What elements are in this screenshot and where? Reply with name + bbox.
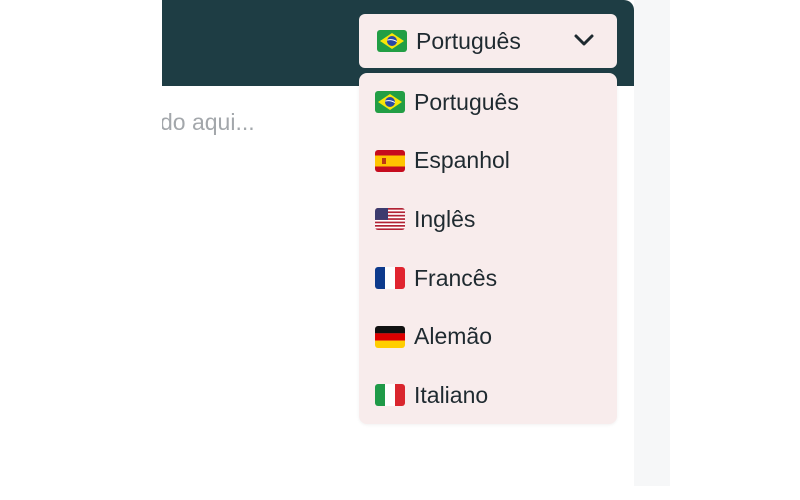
language-option-label: Espanhol — [414, 147, 510, 174]
language-option-italiano[interactable]: Italiano — [359, 366, 617, 425]
language-dropdown: Português Espanhol Inglês Francês Alemão… — [359, 73, 617, 424]
language-option-espanhol[interactable]: Espanhol — [359, 132, 617, 191]
side-strip — [634, 0, 670, 486]
language-option-label: Português — [414, 88, 519, 115]
language-select-button[interactable]: Português — [359, 14, 617, 68]
screen: Português Português — [0, 0, 800, 500]
germany-flag-icon — [375, 325, 405, 348]
language-option-ingles[interactable]: Inglês — [359, 190, 617, 249]
chevron-down-icon — [574, 34, 594, 46]
language-option-alemao[interactable]: Alemão — [359, 307, 617, 366]
language-option-portugues[interactable]: Português — [359, 73, 617, 132]
brazil-flag-icon — [375, 91, 405, 114]
language-option-label: Francês — [414, 264, 498, 291]
text-input[interactable] — [162, 104, 352, 140]
usa-flag-icon — [375, 208, 405, 231]
italy-flag-icon — [375, 384, 405, 407]
language-option-label: Inglês — [414, 205, 476, 232]
brazil-flag-icon — [377, 30, 407, 52]
language-option-label: Italiano — [414, 381, 489, 408]
france-flag-icon — [375, 267, 405, 290]
selected-language-label: Português — [416, 27, 521, 54]
language-option-frances[interactable]: Francês — [359, 249, 617, 308]
spain-flag-icon — [375, 149, 405, 172]
language-option-label: Alemão — [414, 323, 492, 350]
